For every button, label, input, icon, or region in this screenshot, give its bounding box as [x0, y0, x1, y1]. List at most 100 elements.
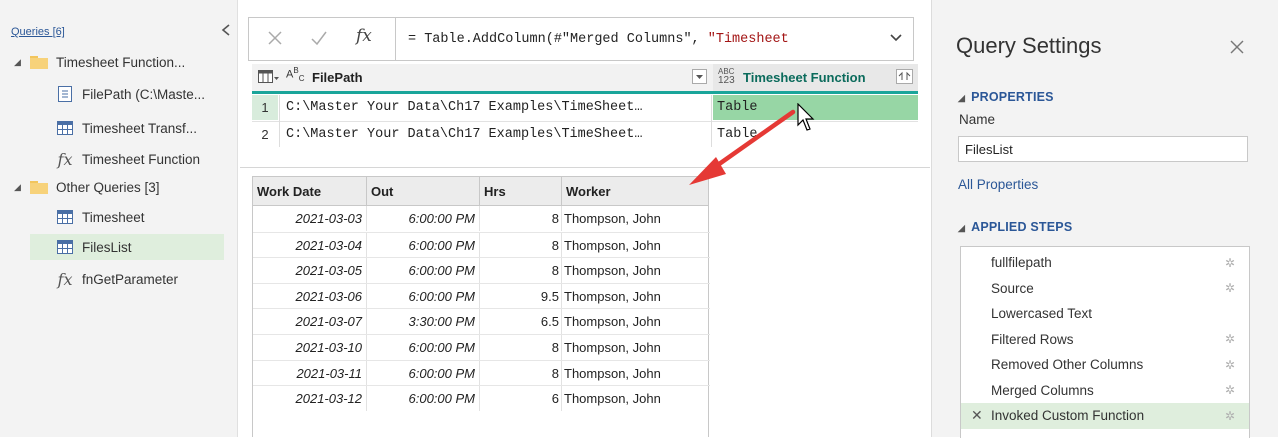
worker-cell[interactable]: Thompson, John: [562, 386, 708, 411]
all-properties-link[interactable]: All Properties: [958, 177, 1038, 192]
work-date-cell[interactable]: 2021-03-04: [253, 232, 367, 258]
formula-input[interactable]: = Table.AddColumn(#"Merged Columns", "Ti…: [395, 18, 913, 60]
table-row[interactable]: 2021-03-12 6:00:00 PM 6 Thompson, John: [253, 385, 710, 412]
collapse-triangle-icon: ◢: [958, 93, 966, 103]
commit-formula-button[interactable]: [307, 26, 331, 50]
step-fullfilepath[interactable]: fullfilepath ✲: [961, 250, 1249, 276]
collapse-triangle-icon: ◢: [958, 223, 966, 233]
column-header-hrs[interactable]: Hrs: [480, 177, 562, 205]
hrs-cell[interactable]: 6.5: [480, 309, 562, 335]
gear-icon[interactable]: ✲: [1225, 358, 1235, 372]
gear-icon[interactable]: ✲: [1225, 383, 1235, 397]
worker-cell[interactable]: Thompson, John: [562, 206, 708, 231]
worker-cell[interactable]: Thompson, John: [562, 309, 708, 334]
out-cell[interactable]: 6:00:00 PM: [367, 283, 480, 309]
hrs-cell[interactable]: 8: [480, 232, 562, 258]
out-cell[interactable]: 3:30:00 PM: [367, 309, 480, 335]
collapse-pane-button[interactable]: [219, 22, 233, 38]
applied-steps-label: APPLIED STEPS: [971, 220, 1073, 234]
query-group-other-queries[interactable]: ◢ Other Queries [3]: [14, 174, 160, 200]
cancel-formula-button[interactable]: [263, 26, 287, 50]
expand-column-button[interactable]: [896, 69, 913, 84]
work-date-cell[interactable]: 2021-03-11: [253, 360, 367, 386]
expand-triangle-icon: ◢: [14, 181, 21, 192]
out-cell[interactable]: 6:00:00 PM: [367, 206, 480, 231]
work-date-cell[interactable]: 2021-03-07: [253, 309, 367, 335]
column-header-work-date[interactable]: Work Date: [253, 177, 367, 205]
worker-cell[interactable]: Thompson, John: [562, 284, 708, 309]
step-merged-columns[interactable]: Merged Columns ✲: [961, 378, 1249, 404]
work-date-cell[interactable]: 2021-03-03: [253, 206, 367, 231]
column-header-timesheet-function[interactable]: ABC 123 Timesheet Function: [713, 64, 918, 91]
filter-dropdown-button[interactable]: [692, 69, 707, 84]
gear-icon[interactable]: ✲: [1225, 281, 1235, 295]
step-label: Lowercased Text: [991, 306, 1093, 322]
table-row[interactable]: 2021-03-05 6:00:00 PM 8 Thompson, John: [253, 257, 710, 284]
table-row[interactable]: 1 C:\Master Your Data\Ch17 Examples\Time…: [252, 95, 918, 120]
table-row[interactable]: 2021-03-04 6:00:00 PM 8 Thompson, John: [253, 231, 710, 259]
query-item-timesheet-function[interactable]: fx Timesheet Function: [56, 146, 201, 172]
query-item-timesheet-transf[interactable]: Timesheet Transf...: [56, 115, 197, 141]
text-type-icon[interactable]: ABC: [286, 66, 304, 83]
hrs-cell[interactable]: 8: [480, 360, 562, 386]
column-quality-bar: [252, 91, 918, 94]
filepath-cell[interactable]: C:\Master Your Data\Ch17 Examples\TimeSh…: [286, 122, 710, 147]
close-settings-button[interactable]: [1229, 38, 1245, 61]
query-item-timesheet[interactable]: Timesheet: [56, 204, 145, 230]
query-group-timesheet-function[interactable]: ◢ Timesheet Function...: [14, 49, 185, 75]
worker-cell[interactable]: Thompson, John: [562, 361, 708, 386]
work-date-cell[interactable]: 2021-03-10: [253, 335, 367, 360]
hrs-cell[interactable]: 8: [480, 258, 562, 284]
preview-grid: ABC FilePath ABC 123 Timesheet Function 1…: [252, 64, 918, 152]
out-cell[interactable]: 6:00:00 PM: [367, 232, 480, 258]
table-menu-button[interactable]: [258, 69, 280, 88]
query-item-fngetparameter[interactable]: fx fnGetParameter: [56, 266, 179, 292]
table-row[interactable]: 2 C:\Master Your Data\Ch17 Examples\Time…: [252, 121, 918, 147]
work-date-cell[interactable]: 2021-03-12: [253, 386, 367, 412]
worker-cell[interactable]: Thompson, John: [562, 258, 708, 283]
step-removed-other-columns[interactable]: Removed Other Columns ✲: [961, 352, 1249, 378]
query-label: FilePath (C:\Maste...: [82, 86, 206, 102]
table-icon: [56, 238, 74, 256]
step-lowercased-text[interactable]: Lowercased Text: [961, 301, 1249, 327]
properties-section-header[interactable]: ◢ PROPERTIES: [958, 90, 1054, 104]
worker-cell[interactable]: Thompson, John: [562, 233, 708, 258]
query-label: Timesheet: [82, 209, 145, 225]
hrs-cell[interactable]: 8: [480, 335, 562, 360]
table-row[interactable]: 2021-03-10 6:00:00 PM 8 Thompson, John: [253, 334, 710, 361]
hrs-cell[interactable]: 9.5: [480, 283, 562, 309]
table-row[interactable]: 2021-03-07 3:30:00 PM 6.5 Thompson, John: [253, 308, 710, 335]
hrs-cell[interactable]: 6: [480, 386, 562, 412]
formula-text: = Table.AddColumn(#"Merged Columns",: [408, 31, 708, 47]
step-label: Filtered Rows: [991, 331, 1074, 347]
queries-title[interactable]: Queries [6]: [11, 26, 65, 38]
step-source[interactable]: Source ✲: [961, 276, 1249, 302]
query-item-fileslist[interactable]: FilesList: [30, 234, 224, 260]
worker-cell[interactable]: Thompson, John: [562, 335, 708, 360]
out-cell[interactable]: 6:00:00 PM: [367, 258, 480, 284]
out-cell[interactable]: 6:00:00 PM: [367, 335, 480, 360]
applied-steps-section-header[interactable]: ◢ APPLIED STEPS: [958, 220, 1072, 234]
hrs-cell[interactable]: 8: [480, 206, 562, 231]
table-row[interactable]: 2021-03-03 6:00:00 PM 8 Thompson, John: [253, 206, 710, 232]
table-row[interactable]: 2021-03-06 6:00:00 PM 9.5 Thompson, John: [253, 282, 710, 310]
out-cell[interactable]: 6:00:00 PM: [367, 386, 480, 412]
column-header-filepath[interactable]: FilePath: [312, 70, 363, 85]
step-filtered-rows[interactable]: Filtered Rows ✲: [961, 327, 1249, 353]
gear-icon[interactable]: ✲: [1225, 256, 1235, 270]
work-date-cell[interactable]: 2021-03-06: [253, 283, 367, 309]
step-invoked-custom-function[interactable]: ✕ Invoked Custom Function ✲: [961, 403, 1249, 429]
gear-icon[interactable]: ✲: [1225, 332, 1235, 346]
delete-step-icon[interactable]: ✕: [971, 407, 983, 424]
table-row[interactable]: 2021-03-11 6:00:00 PM 8 Thompson, John: [253, 359, 710, 387]
expand-formula-button[interactable]: [889, 31, 903, 46]
column-header-out[interactable]: Out: [367, 177, 480, 205]
insert-function-button[interactable]: fx: [356, 26, 372, 46]
gear-icon[interactable]: ✲: [1225, 409, 1235, 423]
table-icon: [56, 119, 74, 137]
query-item-filepath[interactable]: FilePath (C:\Maste...: [56, 81, 205, 107]
query-name-field[interactable]: [958, 136, 1248, 162]
work-date-cell[interactable]: 2021-03-05: [253, 258, 367, 284]
out-cell[interactable]: 6:00:00 PM: [367, 360, 480, 386]
filepath-cell[interactable]: C:\Master Your Data\Ch17 Examples\TimeSh…: [286, 95, 710, 120]
